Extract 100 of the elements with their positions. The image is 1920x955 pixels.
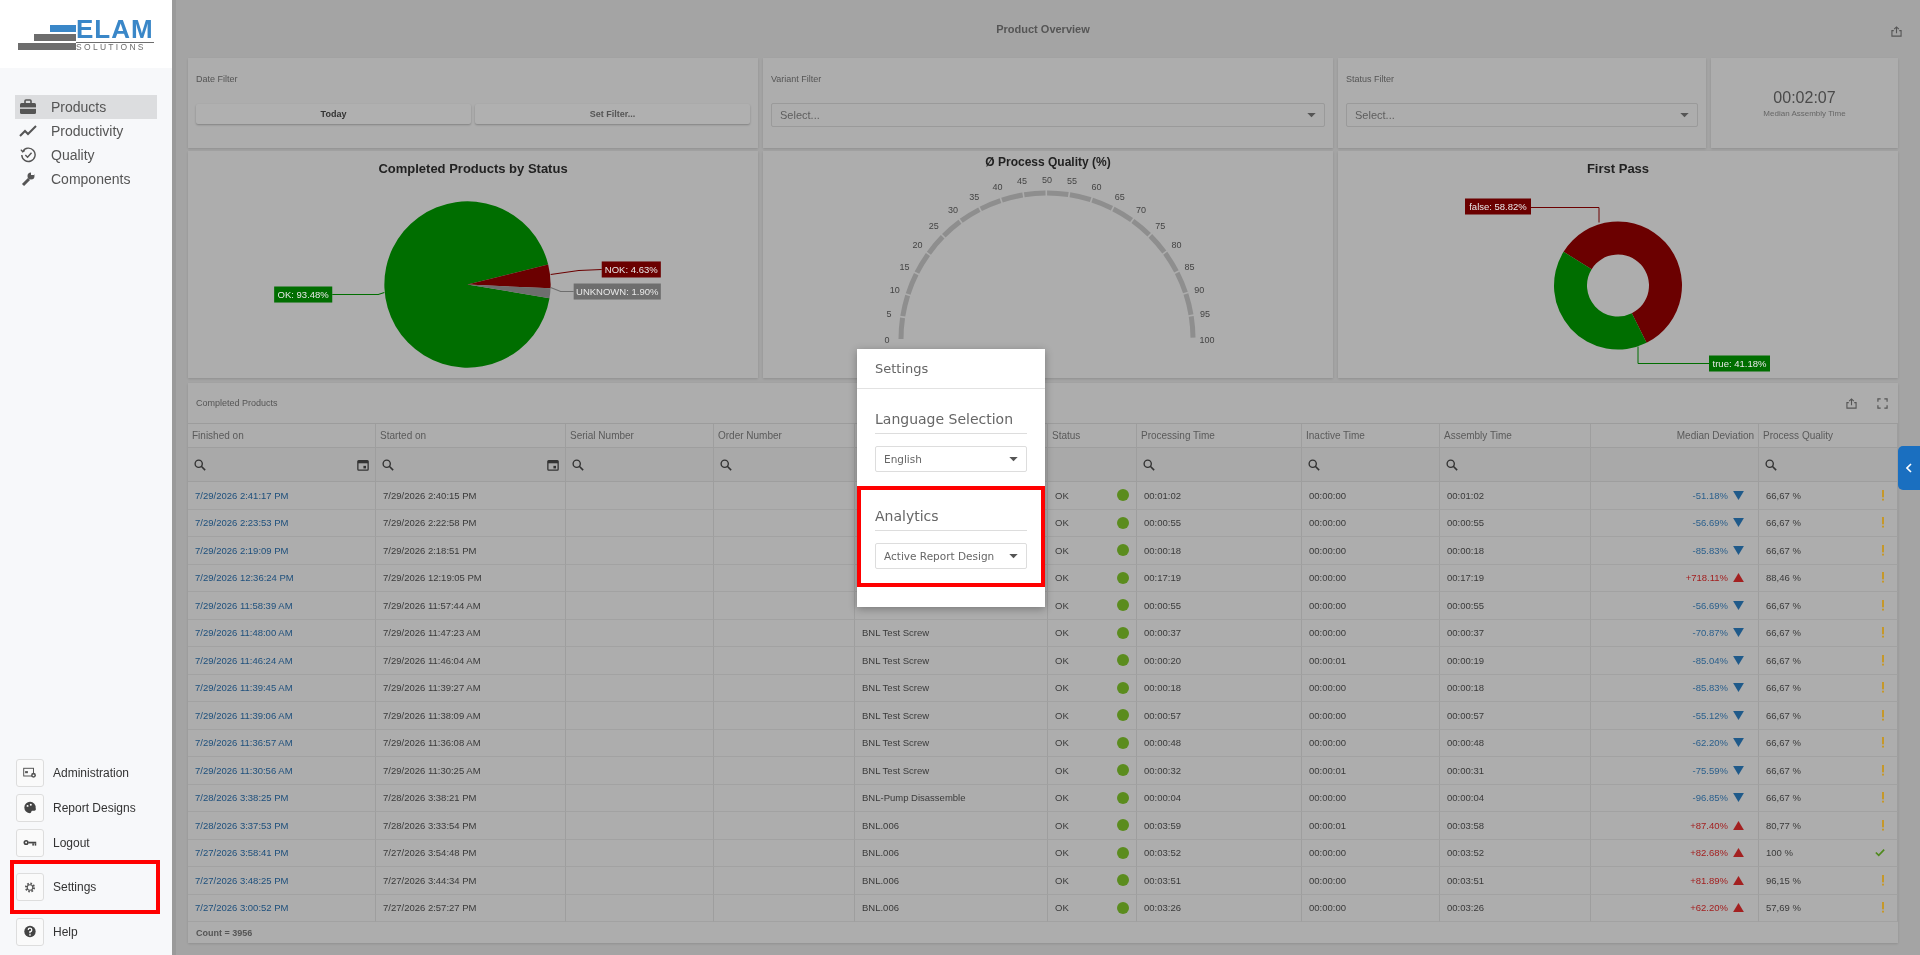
- quality-value: 96,15 %: [1766, 874, 1801, 886]
- table-cell: BNL.006: [855, 867, 1048, 895]
- filter-field[interactable]: [188, 448, 376, 482]
- select-field[interactable]: Select...: [771, 103, 1325, 127]
- calendar-icon[interactable]: [547, 458, 559, 471]
- table-cell: 7/28/2026 3:38:21 PM: [376, 784, 566, 812]
- select-field[interactable]: Select...: [1346, 103, 1698, 127]
- table-cell: 00:00:00: [1302, 729, 1440, 757]
- quality-value: 88,46 %: [1766, 572, 1801, 584]
- sidebar-item[interactable]: Logout: [10, 825, 160, 860]
- date-link[interactable]: 7/29/2026 11:39:45 AM: [195, 682, 293, 694]
- table-title: Completed Products: [196, 398, 278, 408]
- date-link[interactable]: 7/29/2026 11:58:39 AM: [195, 599, 293, 611]
- date-link[interactable]: 7/29/2026 2:23:53 PM: [195, 517, 289, 529]
- filter-button[interactable]: Today: [196, 104, 471, 124]
- date-link[interactable]: 7/29/2026 11:48:00 AM: [195, 627, 293, 639]
- export-icon[interactable]: [1891, 26, 1902, 37]
- fullscreen-icon[interactable]: [1877, 397, 1888, 409]
- filter-field[interactable]: [1302, 448, 1440, 482]
- table-cell: 00:00:00: [1302, 619, 1440, 647]
- caret-icon: [1307, 112, 1316, 118]
- table-cell: 00:03:59: [1137, 812, 1302, 840]
- date-link[interactable]: 7/27/2026 3:58:41 PM: [195, 847, 289, 859]
- search-icon: [1143, 458, 1155, 471]
- status-text: OK: [1055, 709, 1069, 721]
- export-icon[interactable]: [1846, 397, 1857, 409]
- table-cell: 7/28/2026 3:33:54 PM: [376, 812, 566, 840]
- chart-title: Completed Products by Status: [377, 159, 569, 178]
- status-text: OK: [1055, 874, 1069, 886]
- search-icon: [1446, 458, 1458, 471]
- select-field[interactable]: Active Report Design: [875, 543, 1027, 569]
- sidebar-item[interactable]: Products: [15, 95, 157, 119]
- row-count: Count = 3956: [196, 928, 253, 938]
- sidebar-item[interactable]: Components: [15, 167, 157, 191]
- gauge-tick-label: 10: [889, 285, 900, 296]
- gauge-tick-label: 95: [1200, 309, 1211, 320]
- date-link[interactable]: 7/29/2026 2:19:09 PM: [195, 544, 289, 556]
- gauge-tick-label: 55: [1067, 176, 1078, 187]
- filter-field[interactable]: [1137, 448, 1302, 482]
- table-cell: 00:00:00: [1302, 564, 1440, 592]
- date-link[interactable]: 7/28/2026 3:37:53 PM: [195, 819, 289, 831]
- table-cell: 00:00:37: [1137, 619, 1302, 647]
- date-link[interactable]: 7/29/2026 12:36:24 PM: [195, 572, 294, 584]
- sidebar-item[interactable]: Administration: [10, 755, 160, 790]
- table-cell: 00:00:55: [1137, 509, 1302, 537]
- quality-value: 66,67 %: [1766, 599, 1801, 611]
- sidebar-item[interactable]: Report Designs: [10, 790, 160, 825]
- deviation-value: +87.40%: [1690, 819, 1728, 831]
- quality-value: 66,67 %: [1766, 627, 1801, 639]
- quality-value: 66,67 %: [1766, 737, 1801, 749]
- sidebar-item[interactable]: Settings: [10, 860, 160, 914]
- deviation-value: -56.69%: [1692, 599, 1728, 611]
- table-cell: 00:03:26: [1440, 894, 1591, 922]
- caret-icon: [1009, 456, 1018, 462]
- table-cell: 00:00:00: [1302, 592, 1440, 620]
- deviation-value: -56.69%: [1692, 517, 1728, 529]
- side-panel-tab[interactable]: [1898, 446, 1920, 490]
- filter-field[interactable]: [714, 448, 855, 482]
- table-cell: 00:00:18: [1440, 674, 1591, 702]
- quality-value: 66,67 %: [1766, 764, 1801, 776]
- table-cell: BNL.006: [855, 894, 1048, 922]
- quality-value: 66,67 %: [1766, 709, 1801, 721]
- quality-value: 66,67 %: [1766, 489, 1801, 501]
- filter-field[interactable]: [1440, 448, 1591, 482]
- date-link[interactable]: 7/29/2026 11:46:24 AM: [195, 654, 293, 666]
- table-cell: 00:03:52: [1137, 839, 1302, 867]
- gauge-tick-label: 35: [969, 191, 980, 202]
- date-link[interactable]: 7/29/2026 2:41:17 PM: [195, 489, 289, 501]
- status-text: OK: [1055, 737, 1069, 749]
- sidebar-item[interactable]: Help: [10, 914, 160, 949]
- gauge-tick-label: 65: [1114, 191, 1125, 202]
- gauge-tick-label: 90: [1194, 285, 1205, 296]
- filter-field[interactable]: [566, 448, 714, 482]
- date-link[interactable]: 7/28/2026 3:38:25 PM: [195, 792, 289, 804]
- table-cell: 00:00:48: [1440, 729, 1591, 757]
- table-cell: 00:00:00: [1302, 867, 1440, 895]
- calendar-icon[interactable]: [357, 458, 369, 471]
- date-link[interactable]: 7/29/2026 11:30:56 AM: [195, 764, 293, 776]
- table-cell: 00:03:58: [1440, 812, 1591, 840]
- gauge-tick-label: 80: [1171, 240, 1182, 251]
- filter-field[interactable]: [376, 448, 566, 482]
- table-cell: 00:00:00: [1302, 839, 1440, 867]
- gauge-tick-label: 85: [1184, 261, 1195, 272]
- date-link[interactable]: 7/29/2026 11:39:06 AM: [195, 709, 293, 721]
- filter-button[interactable]: Set Filter...: [475, 104, 750, 124]
- filter-label: Date Filter: [196, 74, 239, 84]
- table-cell: 00:00:18: [1440, 537, 1591, 565]
- search-icon: [572, 458, 584, 471]
- table-cell: 00:00:04: [1440, 784, 1591, 812]
- table-cell: 00:00:00: [1302, 509, 1440, 537]
- table-cell: BNL Test Screw: [855, 757, 1048, 785]
- table-cell: 00:00:57: [1137, 702, 1302, 730]
- select-field[interactable]: English: [875, 446, 1027, 472]
- deviation-value: -55.12%: [1692, 709, 1728, 721]
- date-link[interactable]: 7/27/2026 3:48:25 PM: [195, 874, 289, 886]
- date-link[interactable]: 7/27/2026 3:00:52 PM: [195, 902, 289, 914]
- sidebar-item[interactable]: Productivity: [15, 119, 157, 143]
- sidebar-item[interactable]: Quality: [15, 143, 157, 167]
- table-cell: 00:00:48: [1137, 729, 1302, 757]
- date-link[interactable]: 7/29/2026 11:36:57 AM: [195, 737, 293, 749]
